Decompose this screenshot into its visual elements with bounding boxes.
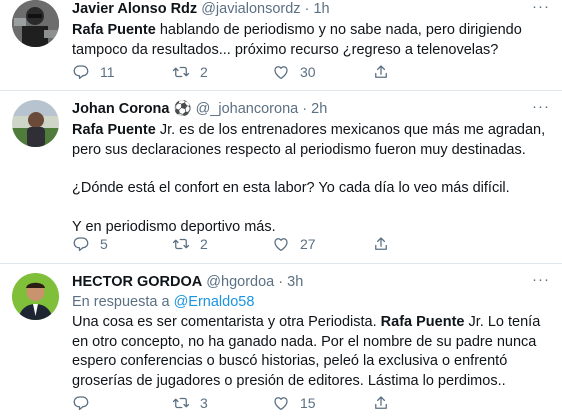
tweet-actions: 3 15 [72,393,482,413]
reply-count: 5 [100,236,108,252]
more-icon[interactable]: ··· [532,0,550,15]
retweet-count: 3 [200,395,208,411]
like-icon [274,66,288,80]
reply-icon [73,237,89,252]
reply-prefix: En respuesta a [72,294,174,310]
avatar[interactable] [12,0,59,47]
retweet-count: 2 [200,64,208,80]
like-button[interactable]: 30 [272,63,372,81]
like-count: 27 [300,236,316,252]
like-button[interactable]: 15 [272,394,372,412]
avatar[interactable] [12,273,59,320]
tweet-text: Rafa Puente Jr. es de los entrenadores m… [72,121,552,237]
retweet-icon [172,66,190,78]
share-icon [375,237,387,250]
tweet-paragraph: ¿Dónde está el confort en esta labor? Yo… [72,180,510,196]
share-button[interactable] [372,63,400,81]
author-handle[interactable]: @javialonsordz [201,1,300,17]
reply-button[interactable] [72,394,172,412]
reply-icon [73,65,89,80]
mention-bold: Rafa Puente [72,22,156,38]
separator: · [304,1,310,17]
tweet-paragraph: Rafa Puente Jr. es de los entrenadores m… [72,121,552,160]
author-handle[interactable]: @hgordoa [206,274,274,290]
separator: · [278,274,284,290]
author-name[interactable]: Johan Corona [72,101,169,117]
share-button[interactable] [372,394,400,412]
author-handle[interactable]: @_johancorona [196,101,299,117]
tweet-hector[interactable]: HECTOR GORDOA @hgordoa · 3h En respuesta… [0,264,562,420]
retweet-count: 2 [200,236,208,252]
more-icon[interactable]: ··· [532,98,550,115]
tweet-header: Johan Corona ⚽ @_johancorona · 2h [72,100,552,118]
retweet-icon [172,238,190,250]
tweet-johan[interactable]: Johan Corona ⚽ @_johancorona · 2h Rafa P… [0,91,562,263]
timestamp[interactable]: 2h [311,101,327,117]
share-icon [375,65,387,78]
tweet-text: Rafa Puente hablando de periodismo y no … [72,21,552,60]
reply-icon [73,396,89,411]
like-count: 30 [300,64,316,80]
tweet-header: Javier Alonso Rdz @javialonsordz · 1h [72,0,552,18]
like-count: 15 [300,395,316,411]
tweet-feed: Javier Alonso Rdz @javialonsordz · 1h Ra… [0,0,562,420]
mention-bold: Rafa Puente [72,122,156,138]
tweet-header: HECTOR GORDOA @hgordoa · 3h [72,273,552,291]
tweet-text: Una cosa es ser comentarista y otra Peri… [72,313,552,391]
retweet-button[interactable]: 2 [172,235,272,253]
retweet-icon [172,397,190,409]
like-icon [274,238,288,252]
share-button[interactable] [372,235,400,253]
reply-button[interactable]: 5 [72,235,172,253]
like-button[interactable]: 27 [272,235,372,253]
retweet-button[interactable]: 2 [172,63,272,81]
tweet-javier[interactable]: Javier Alonso Rdz @javialonsordz · 1h Ra… [0,0,562,90]
retweet-button[interactable]: 3 [172,394,272,412]
reply-count: 11 [100,64,115,80]
tweet-actions: 11 2 30 [72,62,482,82]
more-icon[interactable]: ··· [532,271,550,288]
separator: · [302,101,308,117]
author-name[interactable]: Javier Alonso Rdz [72,1,197,17]
reply-context: En respuesta a @Ernaldo58 [72,293,552,311]
reply-mention-link[interactable]: @Ernaldo58 [174,294,255,310]
like-icon [274,397,288,411]
avatar[interactable] [12,100,59,147]
author-name[interactable]: HECTOR GORDOA [72,274,202,290]
soccer-ball-icon: ⚽ [173,101,192,117]
share-icon [375,396,387,409]
timestamp[interactable]: 3h [287,274,303,290]
tweet-actions: 5 2 27 [72,234,482,254]
tweet-text-start: Una cosa es ser comentarista y otra Peri… [72,314,381,330]
reply-button[interactable]: 11 [72,63,172,81]
timestamp[interactable]: 1h [313,1,329,17]
mention-bold: Rafa Puente [380,314,465,330]
